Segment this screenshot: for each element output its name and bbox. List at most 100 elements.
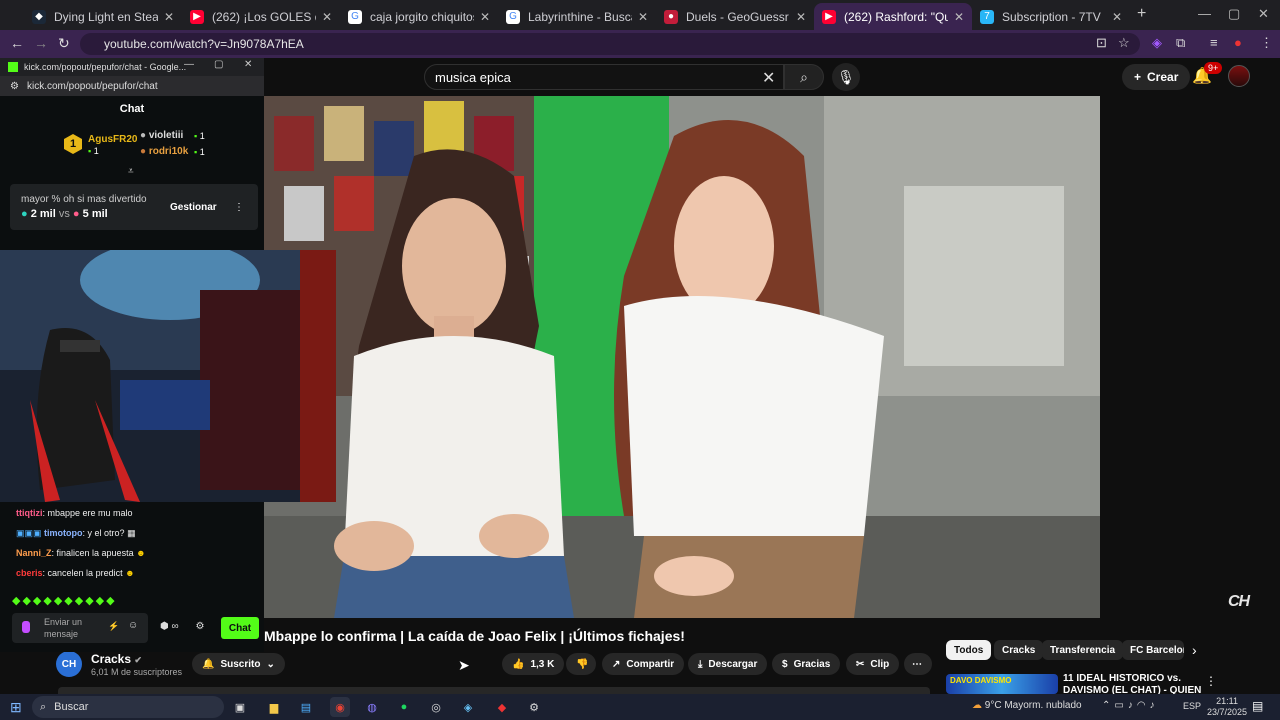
extension-icon[interactable]: ◈ (1152, 35, 1162, 51)
more-vert-icon[interactable]: ⋮ (234, 202, 244, 213)
browser-tab[interactable]: G Labyrinthine - Buscar con Goog ✕ (498, 3, 656, 30)
download-button[interactable]: ⤓ Descargar (688, 653, 768, 675)
windows-start-icon[interactable]: ⊞ (10, 699, 22, 716)
manage-prediction-button[interactable]: Gestionar (170, 202, 217, 213)
minimize-icon[interactable]: — (1198, 6, 1211, 21)
recommended-title[interactable]: 11 IDEAL HISTORICO vs. DAVISMO (EL CHAT)… (1063, 673, 1203, 694)
more-vert-icon[interactable]: ⋮ (1205, 674, 1217, 688)
channel-name[interactable]: Cracks ✔ (91, 652, 142, 666)
close-icon[interactable]: ✕ (954, 10, 964, 24)
task-view-icon[interactable]: ▣ (230, 697, 250, 717)
close-window-icon[interactable]: ✕ (1258, 6, 1269, 22)
geoguessr-icon: ● (664, 9, 678, 24)
reload-icon[interactable]: ↻ (58, 35, 70, 52)
input-language[interactable]: ESP (1183, 701, 1201, 711)
maximize-icon[interactable]: ▢ (214, 59, 223, 70)
browser-tab-active[interactable]: ▶ (262) Rashford: "Quiero la C ✕ (814, 3, 972, 30)
subscribed-button[interactable]: 🔔 Suscrito ⌄ (192, 653, 285, 675)
dislike-button[interactable]: 👎 (566, 653, 596, 675)
browser-tab[interactable]: ◆ Dying Light en Steam ✕ (24, 3, 182, 30)
system-clock[interactable]: 21:11 23/7/2025 (1207, 696, 1247, 718)
forward-icon[interactable]: → (34, 35, 48, 51)
chat-username[interactable]: ttiqtizi (16, 508, 43, 518)
weather-widget[interactable]: ☁ 9°C Mayorm. nublado (972, 700, 1082, 711)
thumbs-up-icon: 👍 (512, 658, 525, 670)
app-icon[interactable]: ◎ (426, 697, 446, 717)
emoji-icon[interactable]: ☺ (128, 620, 138, 631)
chip-fc-barcelona[interactable]: FC Barcelon (1122, 640, 1184, 660)
close-icon[interactable]: ✕ (638, 10, 648, 24)
points-icon[interactable]: ⬢ (160, 621, 169, 632)
gifter-entry[interactable]: ● violetiii (140, 130, 183, 141)
subscribed-label: Suscrito (220, 658, 261, 670)
chip-transfer[interactable]: Transferencia (1042, 640, 1124, 660)
browser-tab[interactable]: ▶ (262) ¡Los GOLES del FC BARCE ✕ (182, 3, 340, 30)
discord-icon[interactable]: ◍ (362, 697, 382, 717)
browser-tab[interactable]: ● Duels - GeoGuessr ✕ (656, 3, 814, 30)
chip-cracks[interactable]: Cracks (994, 640, 1044, 660)
back-icon[interactable]: ← (10, 35, 24, 51)
clip-button[interactable]: ✂ Clip (846, 653, 900, 675)
settings-gear-icon[interactable]: ⚙ (195, 621, 204, 632)
channel-avatar[interactable]: CH (56, 651, 82, 677)
address-bar[interactable]: youtube.com/watch?v=Jn9078A7hEA (80, 33, 1140, 55)
close-window-icon[interactable]: ✕ (244, 59, 252, 70)
prediction-question: mayor % oh si mas divertido (21, 194, 147, 205)
maximize-icon[interactable]: ▢ (1228, 6, 1240, 22)
chrome-icon[interactable]: ◉ (330, 697, 350, 717)
install-icon[interactable]: ⊡ (1096, 35, 1107, 51)
voice-search-button[interactable]: 🎙 (832, 63, 860, 91)
extensions-puzzle-icon[interactable]: ⧉ (1176, 35, 1185, 51)
chat-username[interactable]: timotopo (44, 528, 83, 538)
search-button[interactable]: ⌕ (784, 64, 824, 90)
steam-icon[interactable]: ◈ (458, 697, 478, 717)
store-icon[interactable]: ▤ (296, 697, 316, 717)
media-icon[interactable]: ≡ (1210, 35, 1218, 50)
loop-icon[interactable]: ∞ (172, 621, 179, 632)
browser-tab-strip: ◆ Dying Light en Steam ✕ ▶ (262) ¡Los GO… (0, 0, 1280, 30)
spotify-icon[interactable]: ● (394, 697, 414, 717)
menu-dots-icon[interactable]: ⋮ (1260, 35, 1273, 51)
collapse-chevron-icon[interactable]: ⩡ (128, 166, 134, 177)
chat-username[interactable]: cberis (16, 568, 43, 578)
recommended-thumbnail[interactable]: DAVO DAVISMO (946, 674, 1058, 694)
taskbar-search[interactable]: ⌕ Buscar (32, 696, 224, 718)
tray-icons[interactable]: ⌃▭♪◠♪ (1102, 700, 1159, 711)
chat-send-button[interactable]: Chat (221, 617, 259, 639)
chip-all[interactable]: Todos (946, 640, 992, 660)
close-icon[interactable]: ✕ (796, 10, 806, 24)
bookmark-star-icon[interactable]: ☆ (1118, 35, 1130, 51)
search-input[interactable]: musica epica (424, 64, 784, 90)
microphone-icon[interactable] (22, 621, 30, 633)
settings-gear-icon[interactable]: ⚙ (524, 697, 544, 717)
close-icon[interactable]: ✕ (322, 10, 332, 24)
create-button[interactable]: + Crear (1122, 64, 1191, 90)
emote-picker-icon[interactable]: ⚡ (108, 621, 119, 632)
chat-input[interactable]: Enviar un mensaje ⚡ ☺ (12, 613, 148, 643)
app-icon[interactable]: ◆ (492, 697, 512, 717)
video-player[interactable] (264, 96, 1100, 618)
account-avatar[interactable] (1228, 65, 1250, 87)
gifter-name[interactable]: AgusFR20 (88, 134, 137, 145)
chat-message: Nanni_Z: finalicen la apuesta ☻ (16, 548, 146, 558)
gifter-entry[interactable]: ● rodri10k (140, 146, 188, 157)
like-button[interactable]: 👍 1,3 K (502, 653, 564, 675)
chevron-right-icon[interactable]: › (1192, 642, 1197, 658)
new-tab-icon[interactable]: + (1137, 5, 1146, 23)
more-actions-button[interactable]: ⋯ (904, 653, 932, 675)
thanks-button[interactable]: $ Gracias (772, 653, 841, 675)
browser-tab[interactable]: 7 Subscription - 7TV ✕ (972, 3, 1130, 30)
close-icon[interactable]: ✕ (480, 10, 490, 24)
browser-tab[interactable]: G caja jorgito chiquitos grande - ✕ (340, 3, 498, 30)
clear-search-icon[interactable]: ✕ (762, 68, 775, 88)
close-icon[interactable]: ✕ (1112, 10, 1122, 24)
share-button[interactable]: ↗ Compartir (602, 653, 685, 675)
file-explorer-icon[interactable]: ▆ (264, 697, 284, 717)
chat-username[interactable]: Nanni_Z (16, 548, 52, 558)
minimize-icon[interactable]: — (184, 59, 194, 70)
emote-bar[interactable]: ◆◆◆◆◆◆◆◆◆◆ (12, 594, 117, 607)
kick-url-bar[interactable]: ⚙ kick.com/popout/pepufor/chat (0, 76, 264, 96)
profile-avatar-icon[interactable]: ● (1234, 35, 1242, 50)
close-icon[interactable]: ✕ (164, 10, 174, 24)
notification-center-icon[interactable]: ▤ (1252, 699, 1263, 713)
